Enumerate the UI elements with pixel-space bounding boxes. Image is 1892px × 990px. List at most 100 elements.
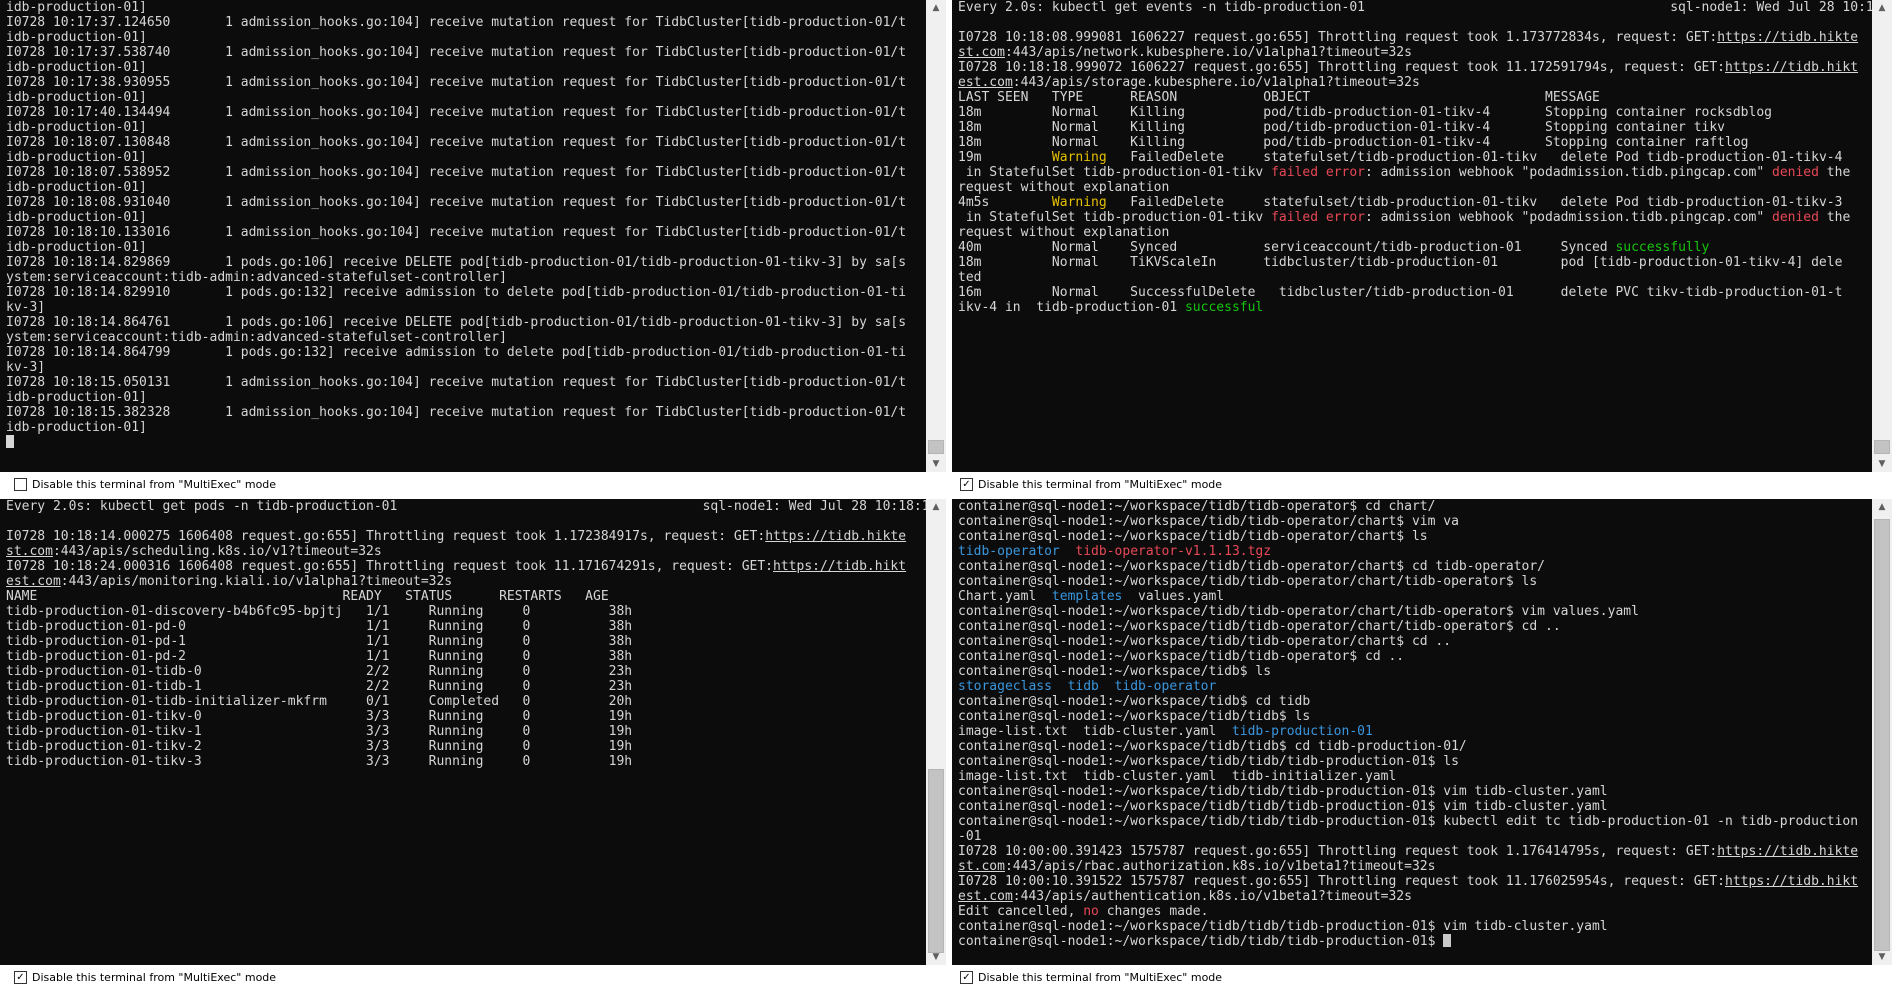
scroll-thumb[interactable] [1874,519,1890,951]
terminal-line: Chart.yaml templates values.yaml [958,589,1872,604]
terminal-text: 18m Normal Killing pod/tidb-production-0… [958,120,1726,135]
terminal-text: tidb-production-01-tidb-1 2/2 Running 0 … [6,679,633,694]
terminal-line: tidb-production-01-tidb-0 2/2 Running 0 … [6,664,926,679]
terminal-text: 18m Normal Killing pod/tidb-production-0… [958,135,1749,150]
terminal-line: container@sql-node1:~/workspace/tidb/tid… [958,619,1872,634]
terminal-line: Every 2.0s: kubectl get pods -n tidb-pro… [6,499,926,514]
terminal-text: container@sql-node1:~/workspace/tidb/tid… [958,919,1608,934]
multiexec-checkbox-bottom-right[interactable]: ✓ Disable this terminal from "MultiExec"… [960,971,1222,984]
terminal-line: I0728 10:18:08.931040 1 admission_hooks.… [6,195,926,210]
terminal-line: container@sql-node1:~/workspace/tidb/tid… [958,634,1872,649]
terminal-text: container@sql-node1:~/workspace/tidb/tid… [958,814,1859,829]
terminal-text: idb-production-01] [6,0,147,15]
terminal-text: I0728 10:17:37.124650 1 admission_hooks.… [6,15,907,30]
terminal-text: st.com [958,45,1005,60]
terminal-line: I0728 10:18:10.133016 1 admission_hooks.… [6,225,926,240]
terminal-line: ystem:serviceaccount:tidb-admin:advanced… [6,270,926,285]
terminal-text: I0728 10:18:15.382328 1 admission_hooks.… [6,405,907,420]
terminal-line: 18m Normal Killing pod/tidb-production-0… [958,105,1872,120]
terminal-text: tidb-operator [1114,679,1217,694]
terminal-text: -01 [958,829,982,844]
terminal-line: I0728 10:18:14.000275 1606408 request.go… [6,529,926,544]
terminal-pane-top-left: idb-production-01] I0728 10:17:37.124650 … [0,0,946,472]
terminal-text: Edit cancelled, [958,904,1084,919]
terminal-text: tidb-production-01 [1231,724,1373,739]
terminal-text: tidb-production-01-tikv-0 3/3 Running 0 … [6,709,633,724]
terminal-line: storageclass tidb tidb-operator [958,679,1872,694]
terminal-line: idb-production-01] [6,60,926,75]
terminal-bottom-right[interactable]: container@sql-node1:~/workspace/tidb/tid… [952,499,1872,965]
terminal-text: I0728 10:18:07.538952 1 admission_hooks.… [6,165,907,180]
terminal-line: idb-production-01] [6,390,926,405]
scroll-up-arrow-icon[interactable]: ▲ [1872,0,1892,16]
scroll-down-arrow-icon[interactable]: ▼ [1872,456,1892,472]
scroll-down-arrow-icon[interactable]: ▼ [926,456,946,472]
terminal-text: :443/apis/storage.kubesphere.io/v1alpha1… [1012,75,1420,90]
terminal-cursor [6,435,14,448]
terminal-line: tidb-production-01-tikv-2 3/3 Running 0 … [6,739,926,754]
scrollbar-top-left[interactable]: ▲ ▼ [926,0,946,472]
checkbox-box[interactable]: ✓ [14,971,27,984]
terminal-text: I0728 10:17:37.538740 1 admission_hooks.… [6,45,907,60]
terminal-line: tidb-operator tidb-operator-v1.1.13.tgz [958,544,1872,559]
terminal-text: FailedDelete statefulset/tidb-production… [1106,150,1843,165]
terminal-text: Every 2.0s: kubectl get pods -n tidb-pro… [6,499,926,514]
terminal-text: denied [1772,210,1819,225]
scroll-thumb[interactable] [928,769,944,953]
scrollbar-top-right[interactable]: ▲ ▼ [1872,0,1892,472]
terminal-line: idb-production-01] [6,240,926,255]
terminal-line: idb-production-01] [6,0,926,15]
terminal-text: container@sql-node1:~/workspace/tidb/tid… [958,649,1405,664]
terminal-line [6,435,926,450]
scrollbar-bottom-left[interactable]: ▲ ▼ [926,499,946,965]
terminal-text: Chart.yaml [958,589,1052,604]
multiexec-checkbox-top-right[interactable]: ✓ Disable this terminal from "MultiExec"… [960,478,1222,491]
terminal-text: successfully [1615,240,1710,255]
terminal-text: container@sql-node1:~/workspace/tidb/tid… [958,499,1436,514]
terminal-text: tidb-production-01-tikv-1 3/3 Running 0 … [6,724,633,739]
scroll-down-arrow-icon[interactable]: ▼ [926,949,946,965]
scrollbar-bottom-right[interactable]: ▲ ▼ [1872,499,1892,965]
scroll-thumb[interactable] [1874,440,1890,454]
checkbox-box[interactable]: ✓ [960,478,973,491]
terminal-text: : admission webhook "podadmission.tidb.p… [1365,210,1772,225]
terminal-top-right[interactable]: Every 2.0s: kubectl get events -n tidb-p… [952,0,1872,472]
terminal-pane-top-right: Every 2.0s: kubectl get events -n tidb-p… [952,0,1892,472]
terminal-top-left[interactable]: idb-production-01] I0728 10:17:37.124650 … [0,0,926,472]
terminal-line: idb-production-01] [6,420,926,435]
multiexec-checkbox-bottom-left[interactable]: ✓ Disable this terminal from "MultiExec"… [14,971,276,984]
terminal-text: I0728 10:18:14.829869 1 pods.go:106] rec… [6,255,907,270]
terminal-text: idb-production-01] [6,90,147,105]
terminal-line: LAST SEEN TYPE REASON OBJECT MESSAGE [958,90,1872,105]
terminal-text: idb-production-01] [6,120,147,135]
terminal-line: container@sql-node1:~/workspace/tidb/tid… [958,649,1872,664]
terminal-bottom-left[interactable]: Every 2.0s: kubectl get pods -n tidb-pro… [0,499,926,965]
terminal-text: I0728 10:18:14.000275 1606408 request.go… [6,529,766,544]
terminal-line: I0728 10:18:15.050131 1 admission_hooks.… [6,375,926,390]
terminal-pane-bottom-right: container@sql-node1:~/workspace/tidb/tid… [952,499,1892,965]
terminal-line: idb-production-01] [6,30,926,45]
terminal-text: request without explanation [958,180,1170,195]
scroll-thumb[interactable] [928,440,944,454]
terminal-line: container@sql-node1:~/workspace/tidb/tid… [958,604,1872,619]
terminal-text: tidb-operator [958,544,1060,559]
checkbox-box[interactable] [14,478,27,491]
terminal-text: I0728 10:18:24.000316 1606408 request.go… [6,559,774,574]
scroll-up-arrow-icon[interactable]: ▲ [1872,499,1892,515]
multiexec-checkbox-top-left[interactable]: Disable this terminal from "MultiExec" m… [14,478,276,491]
scroll-up-arrow-icon[interactable]: ▲ [926,0,946,16]
scroll-down-arrow-icon[interactable]: ▼ [1872,949,1892,965]
scroll-up-arrow-icon[interactable]: ▲ [926,499,946,515]
terminal-text: container@sql-node1:~/workspace/tidb$ ls [958,664,1272,679]
terminal-text: no [1083,904,1099,919]
terminal-text: I0728 10:00:10.391522 1575787 request.go… [958,874,1726,889]
terminal-text: Every 2.0s: kubectl get events -n tidb-p… [958,0,1872,15]
terminal-text: container@sql-node1:~/workspace/tidb/tid… [958,799,1608,814]
checkbox-box[interactable]: ✓ [960,971,973,984]
terminal-text: idb-production-01] [6,60,147,75]
terminal-line: kv-3] [6,300,926,315]
terminal-line: ystem:serviceaccount:tidb-admin:advanced… [6,330,926,345]
